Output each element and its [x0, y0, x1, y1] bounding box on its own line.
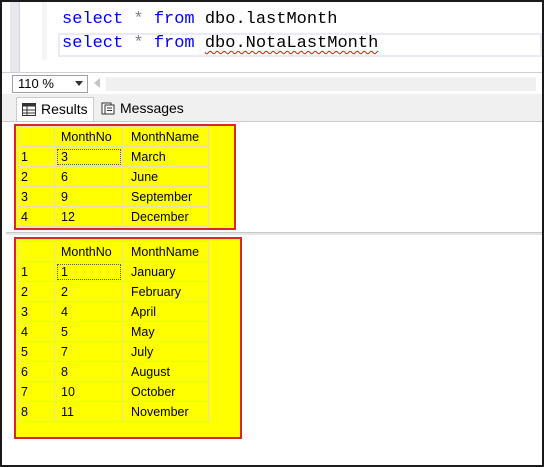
- cell-monthname[interactable]: August: [122, 361, 209, 382]
- column-header-monthno[interactable]: MonthNo: [54, 241, 123, 262]
- row-number-header[interactable]: [18, 126, 55, 147]
- row-number[interactable]: 4: [18, 321, 55, 342]
- row-number[interactable]: 8: [18, 401, 55, 422]
- row-number[interactable]: 5: [18, 341, 55, 362]
- cell-monthno[interactable]: 11: [54, 401, 123, 422]
- tab-messages-label: Messages: [120, 100, 184, 116]
- zoom-value: 110 %: [18, 76, 54, 91]
- cell-monthno[interactable]: 10: [54, 381, 123, 402]
- table-row[interactable]: 1 3 March: [18, 146, 209, 167]
- cell-monthname[interactable]: March: [122, 146, 209, 167]
- scroll-left-icon[interactable]: [94, 78, 100, 88]
- cell-monthno[interactable]: 8: [54, 361, 123, 382]
- cell-monthname[interactable]: January: [122, 261, 209, 282]
- row-number[interactable]: 4: [18, 206, 55, 227]
- messages-icon: [101, 102, 115, 115]
- tab-results[interactable]: Results: [16, 97, 94, 121]
- star-operator: *: [133, 34, 144, 53]
- row-number[interactable]: 3: [18, 301, 55, 322]
- cell-monthno[interactable]: 3: [54, 146, 123, 167]
- result-grid-2[interactable]: MonthNo MonthName 1 1 January 2 2 Februa…: [6, 235, 542, 465]
- cell-monthno[interactable]: 1: [54, 261, 123, 282]
- code-line-2[interactable]: select * from dbo.NotaLastMonth: [62, 32, 378, 56]
- cell-monthno[interactable]: 9: [54, 186, 123, 207]
- table-row[interactable]: 1 1 January: [18, 261, 209, 282]
- table-row[interactable]: 2 6 June: [18, 166, 209, 187]
- row-number-header[interactable]: [18, 241, 55, 262]
- result-table-2[interactable]: MonthNo MonthName 1 1 January 2 2 Februa…: [18, 241, 209, 422]
- cell-monthname[interactable]: September: [122, 186, 209, 207]
- table-row[interactable]: 5 7 July: [18, 341, 209, 362]
- row-number[interactable]: 3: [18, 186, 55, 207]
- ssms-query-window: select * from dbo.lastMonth select * fro…: [0, 0, 544, 467]
- table-row[interactable]: 3 9 September: [18, 186, 209, 207]
- table-row[interactable]: 6 8 August: [18, 361, 209, 382]
- cell-monthno[interactable]: 12: [54, 206, 123, 227]
- row-number[interactable]: 1: [18, 146, 55, 167]
- table-row[interactable]: 4 12 December: [18, 206, 209, 227]
- grid-icon: [22, 103, 36, 116]
- keyword-select: select: [62, 34, 124, 53]
- table-name: dbo.lastMonth: [204, 10, 338, 29]
- cell-monthno[interactable]: 5: [54, 321, 123, 342]
- cell-monthname[interactable]: October: [122, 381, 209, 402]
- keyword-from: from: [153, 10, 195, 29]
- keyword-select: select: [62, 10, 124, 29]
- row-number[interactable]: 6: [18, 361, 55, 382]
- zoom-select[interactable]: 110 %: [12, 75, 88, 93]
- zoom-bar: 110 %: [2, 72, 542, 94]
- tab-results-label: Results: [41, 101, 88, 117]
- table-row[interactable]: 4 5 May: [18, 321, 209, 342]
- header-row: MonthNo MonthName: [18, 126, 209, 147]
- cell-monthname[interactable]: June: [122, 166, 209, 187]
- row-number[interactable]: 2: [18, 166, 55, 187]
- row-number[interactable]: 2: [18, 281, 55, 302]
- header-row: MonthNo MonthName: [18, 241, 209, 262]
- results-tabs-bar: Results Messages: [2, 94, 542, 122]
- editor-gutter: [10, 2, 20, 72]
- code-line-1[interactable]: select * from dbo.lastMonth: [62, 8, 337, 32]
- cell-monthname[interactable]: April: [122, 301, 209, 322]
- column-header-monthname[interactable]: MonthName: [122, 126, 209, 147]
- result-grid-1[interactable]: MonthNo MonthName 1 3 March 2 6 June 3 9: [6, 122, 542, 232]
- cell-monthno[interactable]: 7: [54, 341, 123, 362]
- cell-monthname[interactable]: November: [122, 401, 209, 422]
- chevron-down-icon[interactable]: [75, 81, 83, 86]
- cell-monthno[interactable]: 6: [54, 166, 123, 187]
- query-editor[interactable]: select * from dbo.lastMonth select * fro…: [2, 2, 542, 72]
- table-row[interactable]: 3 4 April: [18, 301, 209, 322]
- keyword-from: from: [153, 34, 195, 53]
- star-operator: *: [133, 10, 144, 29]
- cell-monthno[interactable]: 2: [54, 281, 123, 302]
- cell-monthname[interactable]: December: [122, 206, 209, 227]
- cell-monthname[interactable]: May: [122, 321, 209, 342]
- horizontal-scrollbar[interactable]: [106, 77, 536, 91]
- column-header-monthname[interactable]: MonthName: [122, 241, 209, 262]
- change-tracking-bar: [42, 2, 47, 60]
- table-row[interactable]: 7 10 October: [18, 381, 209, 402]
- cell-monthname[interactable]: February: [122, 281, 209, 302]
- result-table-1[interactable]: MonthNo MonthName 1 3 March 2 6 June 3 9: [18, 126, 209, 227]
- tab-messages[interactable]: Messages: [96, 97, 188, 121]
- cell-monthname[interactable]: July: [122, 341, 209, 362]
- row-number[interactable]: 7: [18, 381, 55, 402]
- column-header-monthno[interactable]: MonthNo: [54, 126, 123, 147]
- table-row[interactable]: 8 11 November: [18, 401, 209, 422]
- table-name-error: dbo.NotaLastMonth: [204, 34, 379, 53]
- row-number[interactable]: 1: [18, 261, 55, 282]
- table-row[interactable]: 2 2 February: [18, 281, 209, 302]
- cell-monthno[interactable]: 4: [54, 301, 123, 322]
